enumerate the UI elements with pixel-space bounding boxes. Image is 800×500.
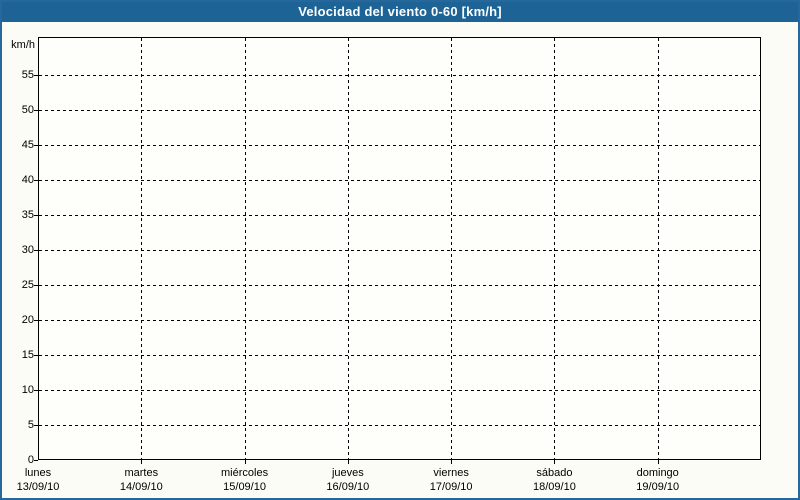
y-tick-mark bbox=[34, 425, 38, 426]
x-tick-mark bbox=[347, 460, 349, 464]
x-gridline bbox=[244, 38, 246, 459]
x-tick-mark bbox=[554, 460, 556, 464]
x-day-name: miércoles bbox=[221, 467, 269, 479]
y-tick-label: 5 bbox=[27, 419, 34, 431]
y-gridline bbox=[39, 425, 760, 426]
x-gridline bbox=[451, 38, 453, 459]
x-tick-label: sábado 18/09/10 bbox=[533, 466, 576, 494]
x-date: 16/09/10 bbox=[326, 481, 370, 493]
x-date: 15/09/10 bbox=[223, 481, 266, 493]
y-gridline bbox=[39, 320, 760, 321]
y-tick-mark bbox=[34, 145, 38, 146]
y-tick-label: 45 bbox=[21, 139, 34, 151]
y-gridline bbox=[39, 355, 760, 356]
x-tick-label: lunes 13/09/10 bbox=[17, 466, 60, 494]
x-tick-mark bbox=[657, 460, 659, 464]
y-tick-label: 25 bbox=[21, 279, 34, 291]
x-tick-mark bbox=[244, 460, 246, 464]
chart-title-bar: Velocidad del viento 0-60 [km/h] bbox=[0, 0, 800, 22]
y-tick-mark bbox=[34, 250, 38, 251]
x-date: 17/09/10 bbox=[429, 481, 473, 493]
y-gridline bbox=[39, 215, 760, 216]
y-tick-label: 10 bbox=[21, 384, 34, 396]
y-tick-label: 0 bbox=[27, 454, 34, 466]
x-date: 14/09/10 bbox=[119, 481, 163, 493]
x-day-name: lunes bbox=[24, 467, 52, 479]
y-gridline bbox=[39, 145, 760, 146]
y-tick-mark bbox=[34, 355, 38, 356]
y-tick-mark bbox=[34, 215, 38, 216]
x-day-name: martes bbox=[124, 467, 159, 479]
y-tick-mark bbox=[34, 390, 38, 391]
x-day-name: viernes bbox=[433, 467, 469, 479]
x-tick-label: martes 14/09/10 bbox=[120, 466, 163, 494]
y-tick-mark bbox=[34, 75, 38, 76]
y-tick-mark bbox=[34, 180, 38, 181]
wind-speed-chart-panel: Velocidad del viento 0-60 [km/h] km/h 0 5… bbox=[0, 0, 800, 500]
x-gridline bbox=[554, 38, 556, 459]
x-date: 13/09/10 bbox=[16, 481, 60, 493]
y-tick-label: 15 bbox=[21, 349, 34, 361]
chart-title: Velocidad del viento 0-60 [km/h] bbox=[298, 3, 502, 19]
x-tick-label: viernes 17/09/10 bbox=[430, 466, 473, 494]
y-tick-mark bbox=[34, 460, 38, 461]
x-tick-mark bbox=[141, 460, 143, 464]
x-tick-label: jueves 16/09/10 bbox=[326, 466, 369, 494]
x-gridline bbox=[657, 38, 659, 459]
y-gridline bbox=[39, 285, 760, 286]
y-gridline bbox=[39, 390, 760, 391]
y-tick-label: 50 bbox=[21, 104, 34, 116]
x-day-name: jueves bbox=[331, 467, 364, 479]
x-tick-label: miércoles 15/09/10 bbox=[221, 466, 268, 494]
y-tick-label: 40 bbox=[21, 174, 34, 186]
x-tick-label: domingo 19/09/10 bbox=[636, 466, 679, 494]
x-day-name: domingo bbox=[636, 467, 679, 479]
x-date: 18/09/10 bbox=[533, 481, 576, 493]
x-date: 19/09/10 bbox=[636, 481, 680, 493]
y-tick-label: 55 bbox=[21, 69, 34, 81]
y-gridline bbox=[39, 75, 760, 76]
y-tick-mark bbox=[34, 320, 38, 321]
y-gridline bbox=[39, 110, 760, 111]
y-axis-unit-label: km/h bbox=[11, 39, 35, 51]
y-tick-mark bbox=[34, 110, 38, 111]
plot-area bbox=[38, 37, 761, 460]
x-gridline bbox=[141, 38, 143, 459]
x-tick-mark bbox=[451, 460, 453, 464]
y-gridline bbox=[39, 180, 760, 181]
x-gridline bbox=[347, 38, 349, 459]
y-tick-mark bbox=[34, 285, 38, 286]
y-gridline bbox=[39, 250, 760, 251]
x-day-name: sábado bbox=[536, 467, 573, 479]
y-tick-label: 20 bbox=[21, 314, 34, 326]
y-tick-label: 30 bbox=[21, 244, 34, 256]
y-tick-label: 35 bbox=[21, 209, 34, 221]
